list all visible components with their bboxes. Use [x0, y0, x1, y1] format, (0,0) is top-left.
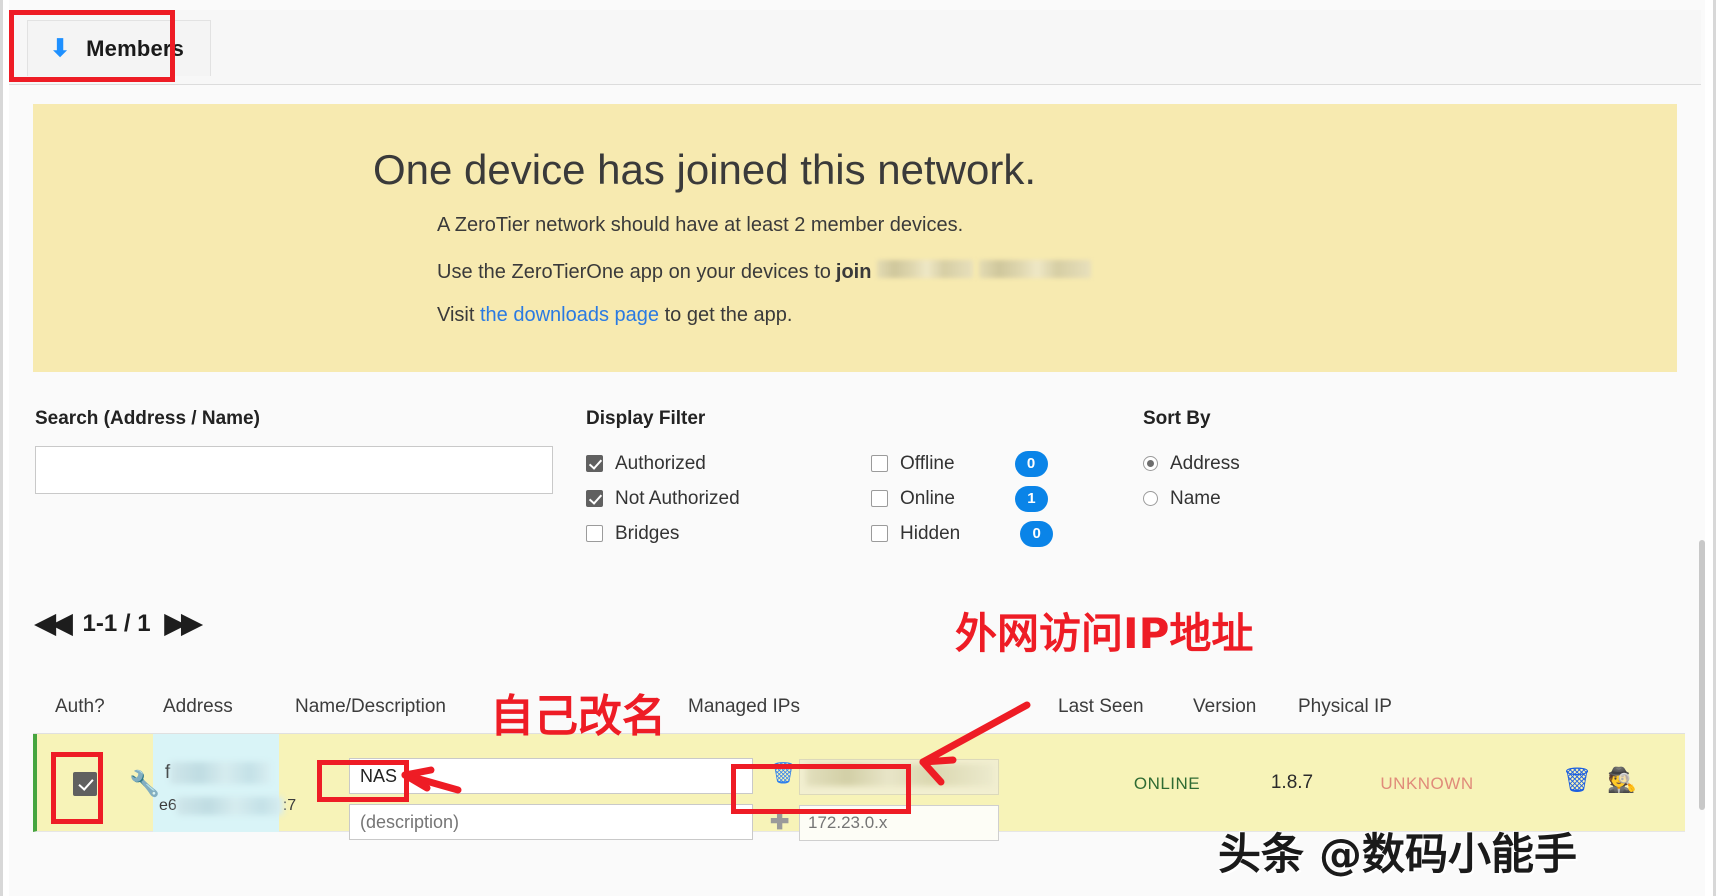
pager-range-label: 1-1 / 1 — [82, 609, 151, 637]
checkbox-bridges[interactable] — [586, 525, 603, 542]
pagination: ◀◀ 1-1 / 1 ▶▶ — [35, 608, 202, 639]
radio-name[interactable] — [1143, 491, 1158, 506]
search-column: Search (Address / Name) — [35, 408, 555, 494]
pager-first-button[interactable]: ◀◀ — [35, 608, 72, 639]
display-filter-column: Display Filter Authorized Offline 0 Not … — [586, 408, 1066, 551]
banner-line-3-suffix: to get the app. — [664, 304, 793, 326]
filter-hidden[interactable]: Hidden 0 — [871, 516, 1066, 551]
vertical-scrollbar[interactable] — [1699, 540, 1705, 810]
search-input[interactable] — [35, 446, 553, 494]
filter-bridges-label: Bridges — [615, 522, 680, 544]
checkbox-online[interactable] — [871, 490, 888, 507]
table-row: 🔧 f e6 :7 🗑 ✚ ONLINE 1.8.7 UNKNOWN 🗑 🕵 — [33, 734, 1685, 841]
search-label: Search (Address / Name) — [35, 408, 260, 429]
downloads-page-link[interactable]: the downloads page — [480, 304, 659, 326]
member-address-line-2: e6 :7 — [159, 797, 296, 815]
managed-ip-new-input[interactable] — [799, 805, 999, 841]
member-description-input[interactable] — [349, 804, 753, 840]
tab-members-label: Members — [86, 35, 185, 61]
checkbox-authorized[interactable] — [586, 455, 603, 472]
sort-option-name-label: Name — [1170, 487, 1221, 509]
sort-by-label: Sort By — [1143, 408, 1211, 429]
sort-option-address[interactable]: Address — [1143, 446, 1443, 481]
display-filter-grid: Authorized Offline 0 Not Authorized Onli… — [586, 446, 1066, 551]
radio-address[interactable] — [1143, 456, 1158, 471]
join-network-banner: One device has joined this network. A Ze… — [33, 104, 1677, 372]
filter-offline-label: Offline — [900, 452, 955, 474]
trash-icon-managed-ip[interactable]: 🗑 — [770, 762, 797, 786]
checkbox-hidden[interactable] — [871, 525, 888, 542]
header-auth: Auth? — [55, 696, 105, 717]
banner-line-2-prefix: Use the ZeroTierOne app on your devices … — [437, 261, 831, 283]
badge-hidden-count: 0 — [1020, 520, 1054, 547]
table-header-row: Auth? Address Name/Description Managed I… — [33, 680, 1685, 734]
watermark: 头条 @数码小能手 — [1218, 830, 1577, 880]
header-address: Address — [163, 696, 233, 717]
member-last-seen: ONLINE — [1133, 774, 1201, 793]
annotation-text-rename: 自己改名 — [490, 691, 666, 742]
banner-line-2: Use the ZeroTierOne app on your devices … — [437, 260, 1092, 284]
filter-online[interactable]: Online 1 — [871, 481, 1066, 516]
members-table: Auth? Address Name/Description Managed I… — [33, 680, 1685, 841]
header-version: Version — [1193, 696, 1257, 717]
redacted-managed-ip — [806, 764, 994, 786]
banner-line-3-prefix: Visit — [437, 304, 475, 326]
annotation-text-wan-ip: 外网访问IP地址 — [955, 609, 1254, 658]
header-last-seen: Last Seen — [1058, 696, 1144, 717]
member-physical-ip: UNKNOWN — [1380, 774, 1474, 793]
filter-authorized[interactable]: Authorized — [586, 446, 871, 481]
managed-ip-assigned[interactable] — [799, 759, 999, 795]
filters-section: Search (Address / Name) Display Filter A… — [3, 398, 1716, 548]
member-address-line2-suffix: :7 — [282, 797, 297, 815]
banner-join-keyword: join — [835, 261, 872, 283]
banner-line-3: Visit the downloads page to get the app. — [437, 304, 792, 327]
header-physical-ip: Physical IP — [1298, 696, 1392, 717]
badge-online-count: 1 — [1014, 485, 1048, 512]
plus-icon-add-ip[interactable]: ✚ — [770, 808, 789, 835]
member-address-line2-prefix: e6 — [159, 797, 177, 815]
tab-bar: ⬇ Members — [9, 10, 1701, 85]
checkbox-not-authorized[interactable] — [586, 490, 603, 507]
trash-icon-delete-member[interactable]: 🗑 — [1562, 766, 1592, 795]
tab-members[interactable]: ⬇ Members — [27, 20, 212, 76]
filter-bridges[interactable]: Bridges — [586, 516, 871, 551]
filter-online-label: Online — [900, 487, 955, 509]
checkbox-offline[interactable] — [871, 455, 888, 472]
member-address-line-1: f — [165, 762, 271, 784]
redacted-network-id — [877, 260, 974, 278]
sort-option-name[interactable]: Name — [1143, 481, 1443, 516]
header-name-desc: Name/Description — [295, 696, 446, 717]
eye-slash-icon-hide-member[interactable]: 🕵 — [1607, 766, 1637, 795]
banner-heading: One device has joined this network. — [373, 146, 1037, 193]
filter-authorized-label: Authorized — [615, 452, 706, 474]
redacted-member-address-2 — [176, 797, 283, 815]
member-version: 1.8.7 — [1270, 772, 1314, 793]
page-root: ⬇ Members One device has joined this net… — [0, 0, 1716, 896]
filter-offline[interactable]: Offline 0 — [871, 446, 1066, 481]
up-arrow-icon: ⬇ — [50, 34, 71, 62]
filter-not-authorized[interactable]: Not Authorized — [586, 481, 871, 516]
wrench-icon[interactable]: 🔧 — [129, 770, 160, 799]
filter-not-authorized-label: Not Authorized — [615, 487, 740, 509]
header-managed-ips: Managed IPs — [688, 696, 800, 717]
member-name-input[interactable] — [349, 758, 753, 794]
sort-option-address-label: Address — [1170, 452, 1240, 474]
display-filter-label: Display Filter — [586, 408, 706, 429]
banner-line-1: A ZeroTier network should have at least … — [437, 214, 964, 236]
filter-hidden-label: Hidden — [900, 522, 961, 544]
checkbox-member-authorized[interactable] — [73, 772, 97, 796]
redacted-member-address — [170, 762, 271, 784]
redacted-network-id-2 — [979, 260, 1092, 278]
sort-by-column: Sort By Address Name — [1143, 408, 1443, 516]
badge-offline-count: 0 — [1014, 450, 1048, 477]
pager-last-button[interactable]: ▶▶ — [165, 608, 202, 639]
